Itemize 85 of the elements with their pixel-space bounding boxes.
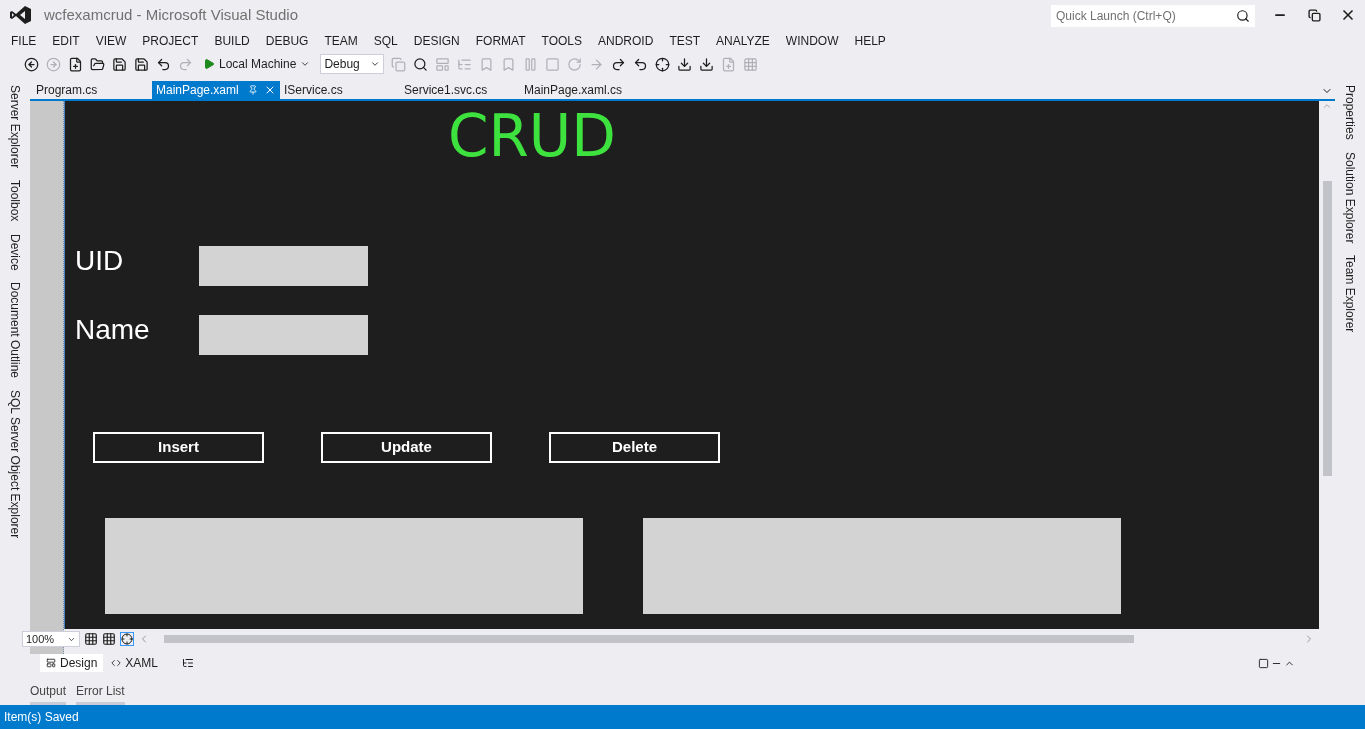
side-panel-tab[interactable]: Properties: [1341, 85, 1359, 140]
document-tab[interactable]: MainPage.xaml: [152, 81, 280, 99]
panel-icon: [182, 657, 195, 669]
grid-icon[interactable]: [743, 56, 759, 72]
step-back-icon[interactable]: [633, 56, 649, 72]
menu-item[interactable]: TEST: [661, 31, 709, 50]
new-file-icon[interactable]: [68, 56, 83, 72]
grid-icon: [84, 632, 98, 646]
caret-icon: [370, 59, 381, 69]
scroll-up-icon: [1322, 101, 1332, 111]
restore-icon: [1307, 8, 1321, 22]
side-panel-tab[interactable]: Team Explorer: [1341, 255, 1359, 333]
action-button[interactable]: Insert: [93, 432, 264, 463]
configuration-dropdown[interactable]: Debug: [320, 54, 385, 74]
menu-item[interactable]: TOOLS: [533, 31, 591, 50]
side-panel-tab[interactable]: SQL Server Object Explorer: [6, 390, 24, 539]
view-tab[interactable]: Design: [40, 654, 104, 672]
zoom-dropdown[interactable]: 100%: [22, 631, 80, 647]
save-all-icon[interactable]: [134, 56, 149, 72]
document-tab[interactable]: MainPage.xaml.cs: [520, 81, 640, 99]
caret-icon: [300, 59, 311, 69]
side-panel-tab[interactable]: Solution Explorer: [1341, 151, 1359, 244]
document-tab[interactable]: IService.cs: [280, 81, 400, 99]
side-panel-tab[interactable]: Toolbox: [6, 180, 24, 222]
logo-icon: [10, 5, 32, 25]
menu-item[interactable]: VIEW: [87, 31, 135, 50]
input-field[interactable]: [199, 315, 368, 355]
menu-item[interactable]: FILE: [3, 31, 45, 50]
side-panel-tab[interactable]: Server Explorer: [6, 85, 24, 169]
menu-item[interactable]: TEAM: [316, 31, 366, 50]
view-tab[interactable]: XAML: [105, 654, 165, 672]
action-button[interactable]: Update: [321, 432, 492, 463]
step-icon[interactable]: [611, 56, 627, 72]
heading: CRUD: [448, 101, 616, 171]
stop-icon[interactable]: [545, 56, 561, 72]
menu-item[interactable]: EDIT: [44, 31, 88, 50]
action-button[interactable]: Delete: [549, 432, 720, 463]
menu-item[interactable]: HELP: [846, 31, 894, 50]
vertical-scrollbar[interactable]: [1322, 181, 1332, 476]
bookmark-icon[interactable]: [501, 56, 517, 72]
pin-icon[interactable]: [248, 85, 258, 95]
menu-item[interactable]: DEBUG: [257, 31, 317, 50]
open-icon[interactable]: [90, 56, 105, 72]
pause-icon[interactable]: [523, 56, 539, 72]
run-button[interactable]: Local Machine: [200, 55, 314, 73]
document-tab[interactable]: Program.cs: [32, 81, 152, 99]
document-tab[interactable]: Service1.svc.cs: [400, 81, 520, 99]
save-icon[interactable]: [112, 56, 127, 72]
side-panel-tab[interactable]: Document Outline: [6, 282, 24, 379]
find-icon[interactable]: [413, 56, 429, 72]
menu-item[interactable]: WINDOW: [777, 31, 847, 50]
arrow-icon[interactable]: [589, 56, 605, 72]
redo-icon[interactable]: [178, 56, 193, 72]
layout-icon[interactable]: [435, 56, 451, 72]
status-text: Item(s) Saved: [4, 709, 79, 726]
window-title: wcfexamcrud - Microsoft Visual Studio: [44, 4, 298, 25]
tree-icon[interactable]: [457, 56, 473, 72]
restart-icon[interactable]: [567, 56, 583, 72]
close-icon: [1340, 7, 1356, 23]
bookmark-icon[interactable]: [479, 56, 495, 72]
design-icon: [46, 658, 56, 668]
menu-item[interactable]: ANALYZE: [708, 31, 778, 50]
download-icon[interactable]: [677, 56, 693, 72]
field-label: Name: [75, 313, 150, 347]
menu-item[interactable]: BUILD: [206, 31, 258, 50]
code-icon: [111, 658, 122, 668]
field-label: UID: [75, 244, 124, 278]
menu-item[interactable]: PROJECT: [134, 31, 207, 50]
snap-icon: [120, 632, 134, 646]
side-panel-tab[interactable]: Device: [6, 233, 24, 271]
undo-icon[interactable]: [156, 56, 171, 72]
grid-icon: [102, 632, 116, 646]
play-icon: [203, 58, 215, 70]
download-icon[interactable]: [699, 56, 715, 72]
add-icon[interactable]: [721, 56, 737, 72]
horizontal-scrollbar[interactable]: [164, 635, 1134, 643]
search-icon[interactable]: [1236, 9, 1250, 23]
forward-icon[interactable]: [46, 56, 61, 72]
menu-item[interactable]: SQL: [365, 31, 406, 50]
menu-item[interactable]: FORMAT: [467, 31, 534, 50]
back-icon[interactable]: [24, 56, 39, 72]
input-field[interactable]: [199, 246, 368, 286]
menu-item[interactable]: ANDROID: [590, 31, 662, 50]
close-icon[interactable]: [264, 84, 276, 96]
menu-item[interactable]: DESIGN: [405, 31, 468, 50]
